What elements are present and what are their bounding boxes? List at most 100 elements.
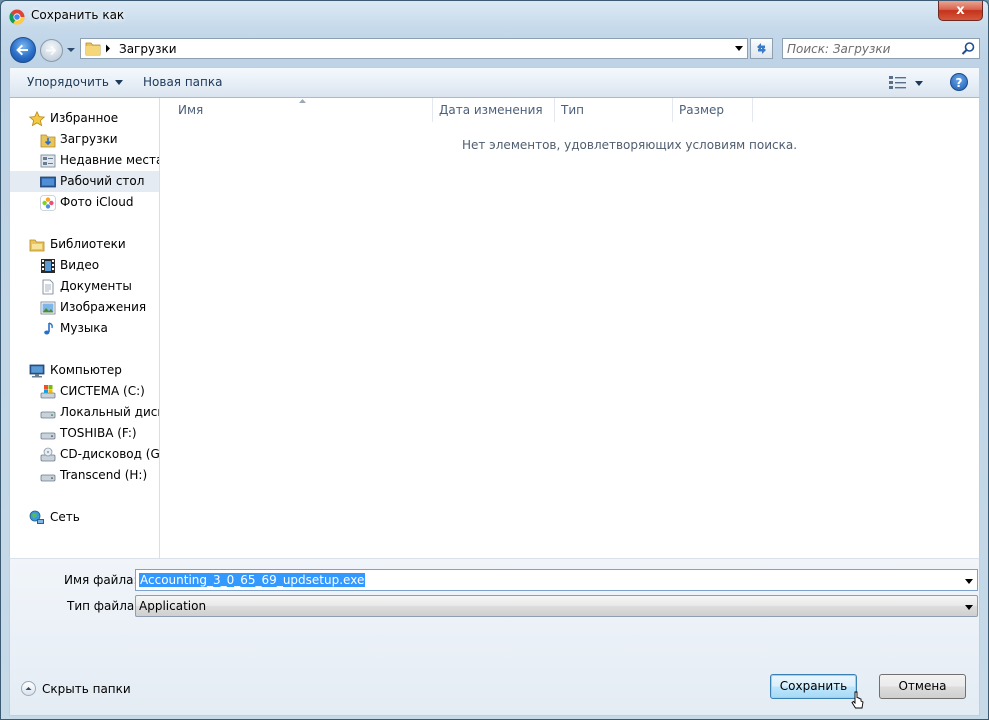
search-input[interactable] <box>787 41 957 56</box>
search-icon[interactable] <box>961 41 976 56</box>
nav-item-documents[interactable]: Документы <box>10 276 159 297</box>
removable-drive-icon <box>40 474 56 482</box>
chevron-down-icon[interactable] <box>965 579 973 584</box>
address-bar[interactable]: Загрузки <box>80 38 748 59</box>
column-header-date[interactable]: Дата изменения <box>433 98 555 122</box>
local-drive-icon <box>40 411 56 419</box>
filename-input[interactable]: Accounting_3_0_65_69_updsetup.exe <box>135 569 978 591</box>
filename-value[interactable]: Accounting_3_0_65_69_updsetup.exe <box>139 573 366 587</box>
documents-icon <box>42 279 54 295</box>
video-icon <box>41 259 55 273</box>
nav-group-label: Сеть <box>50 510 80 524</box>
save-as-dialog: Сохранить как x Загрузки Упорядочить Нов… <box>0 0 989 720</box>
nav-item-icloud-photos[interactable]: Фото iCloud <box>10 192 159 213</box>
nav-item-video[interactable]: Видео <box>10 255 159 276</box>
chevron-down-icon[interactable] <box>965 605 973 610</box>
pictures-icon <box>40 301 56 315</box>
icloud-photos-icon <box>40 195 56 211</box>
navigation-pane[interactable]: Избранное Загрузки Недавние места Рабочи… <box>10 98 160 558</box>
libraries-icon <box>29 239 45 252</box>
chevron-down-icon <box>114 80 123 85</box>
nav-group-label: Избранное <box>50 111 119 125</box>
nav-item-downloads[interactable]: Загрузки <box>10 129 159 150</box>
nav-item-label: Музыка <box>60 321 108 335</box>
nav-item-drive-c[interactable]: СИСТЕМА (C:) <box>10 381 159 402</box>
nav-item-drive-h[interactable]: Transcend (H:) <box>10 465 159 486</box>
nav-item-label: Видео <box>60 258 100 272</box>
window-title: Сохранить как <box>31 8 125 22</box>
nav-item-recent-places[interactable]: Недавние места <box>10 150 159 171</box>
nav-item-label: CD-дисковод (G:) <box>60 447 160 461</box>
cancel-button[interactable]: Отмена <box>879 674 966 699</box>
column-header-name[interactable]: Имя <box>160 98 433 122</box>
mouse-cursor-icon <box>851 691 864 709</box>
title-bar[interactable]: Сохранить как x <box>1 1 988 31</box>
nav-item-label: Локальный диск ( <box>60 405 159 419</box>
nav-item-music[interactable]: Музыка <box>10 318 159 339</box>
filetype-label: Тип файла: <box>67 599 139 613</box>
nav-group-favorites[interactable]: Избранное <box>10 108 159 129</box>
column-header-type[interactable]: Тип <box>555 98 673 122</box>
nav-group-libraries[interactable]: Библиотеки <box>10 234 159 255</box>
system-drive-icon <box>40 385 56 399</box>
chevron-up-icon <box>21 681 36 696</box>
star-icon <box>29 111 45 127</box>
refresh-icon <box>757 43 766 54</box>
new-folder-button[interactable]: Новая папка <box>143 75 222 89</box>
nav-item-pictures[interactable]: Изображения <box>10 297 159 318</box>
arrow-right-icon <box>46 45 57 56</box>
nav-item-label: Документы <box>60 279 132 293</box>
cd-drive-icon <box>40 447 56 462</box>
nav-item-local-drive[interactable]: Локальный диск ( <box>10 402 159 423</box>
desktop-icon <box>40 176 56 188</box>
filetype-select[interactable]: Application <box>135 595 978 617</box>
recent-locations-dropdown[interactable] <box>66 45 76 55</box>
removable-drive-icon <box>40 432 56 440</box>
folder-icon <box>85 42 101 56</box>
nav-group-label: Библиотеки <box>50 237 126 251</box>
nav-item-label: СИСТЕМА (C:) <box>60 384 145 398</box>
recent-places-icon <box>40 154 56 168</box>
nav-item-label: Фото iCloud <box>60 195 134 209</box>
organize-label: Упорядочить <box>27 75 109 89</box>
hide-folders-label: Скрыть папки <box>42 682 131 696</box>
close-icon: x <box>956 3 965 18</box>
downloads-folder-icon <box>40 134 56 148</box>
chrome-icon <box>9 9 25 25</box>
nav-group-label: Компьютер <box>50 363 122 377</box>
organize-button[interactable]: Упорядочить <box>27 75 123 89</box>
command-toolbar: Упорядочить Новая папка ? <box>9 67 980 98</box>
empty-list-message: Нет элементов, удовлетворяющих условиям … <box>461 138 798 152</box>
music-icon <box>44 322 53 335</box>
breadcrumb-downloads[interactable]: Загрузки <box>119 42 177 56</box>
network-icon <box>29 510 44 524</box>
column-header-size[interactable]: Размер <box>673 98 753 122</box>
nav-group-computer[interactable]: Компьютер <box>10 360 159 381</box>
main-panes: Избранное Загрузки Недавние места Рабочи… <box>9 98 980 558</box>
save-options-panel: Имя файла: Accounting_3_0_65_69_updsetup… <box>9 558 980 716</box>
arrow-left-icon <box>16 44 28 56</box>
search-box[interactable] <box>782 38 980 59</box>
close-button[interactable]: x <box>938 1 983 21</box>
nav-item-label: Рабочий стол <box>60 174 145 188</box>
nav-item-drive-f[interactable]: TOSHIBA (F:) <box>10 423 159 444</box>
nav-item-desktop[interactable]: Рабочий стол <box>10 171 159 192</box>
back-button[interactable] <box>10 37 36 63</box>
chevron-down-icon[interactable] <box>735 46 743 52</box>
help-icon[interactable]: ? <box>950 73 968 91</box>
breadcrumb-arrow-icon[interactable] <box>105 44 111 53</box>
nav-item-label: TOSHIBA (F:) <box>60 426 137 440</box>
view-options-dropdown[interactable] <box>915 81 923 86</box>
file-list[interactable]: Имя Дата изменения Тип Размер Нет элемен… <box>160 98 979 558</box>
view-options-icon[interactable] <box>889 76 906 89</box>
save-button[interactable]: Сохранить <box>770 674 857 699</box>
refresh-button[interactable] <box>750 38 773 59</box>
forward-button[interactable] <box>40 39 63 62</box>
nav-group-network[interactable]: Сеть <box>10 507 159 528</box>
computer-icon <box>29 364 45 378</box>
nav-item-label: Изображения <box>60 300 147 314</box>
nav-item-drive-g[interactable]: CD-дисковод (G:) <box>10 444 159 465</box>
filename-label: Имя файла: <box>64 573 138 587</box>
filetype-value: Application <box>139 599 207 613</box>
sort-ascending-icon <box>299 99 306 103</box>
